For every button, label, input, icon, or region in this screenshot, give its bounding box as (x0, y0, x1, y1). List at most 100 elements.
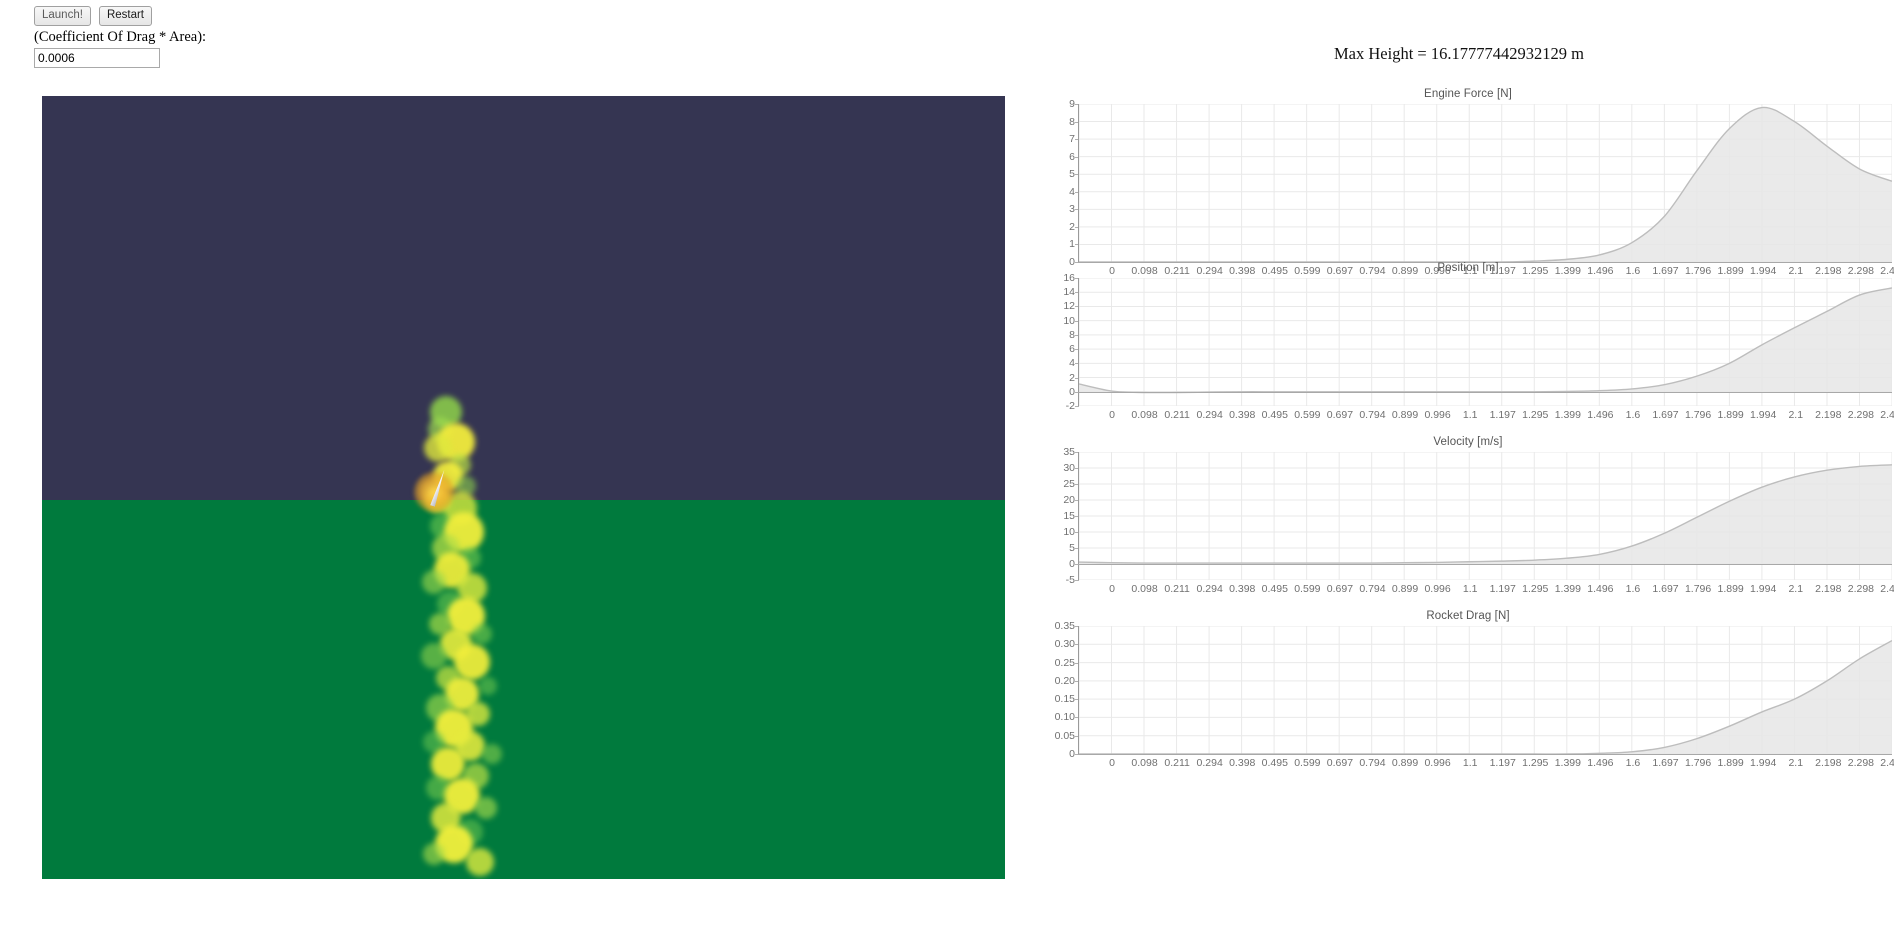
x-tick-label: 0.794 (1359, 757, 1386, 769)
y-tick-label: 6 (1069, 151, 1079, 163)
y-axis-labels: 0123456789 (1044, 98, 1079, 268)
drag-coefficient-label: (Coefficient Of Drag * Area): (34, 29, 207, 45)
x-tick-label: 2.298 (1847, 757, 1875, 769)
plot-canvas (1078, 452, 1892, 580)
x-tick-label: 2.1 (1788, 409, 1804, 421)
x-tick-label: 0.294 (1196, 757, 1223, 769)
x-tick-label: 1.6 (1625, 409, 1641, 421)
x-tick-label: 0.495 (1261, 583, 1288, 595)
y-tick-label: 0 (1069, 748, 1079, 760)
y-tick-label: 10 (1063, 315, 1079, 327)
launch-button[interactable]: Launch! (34, 6, 91, 26)
plot-canvas (1078, 626, 1892, 754)
x-tick-label: 2.198 (1815, 583, 1842, 595)
y-tick-label: 4 (1069, 357, 1079, 369)
x-tick-label: 0.899 (1391, 583, 1419, 595)
x-tick-label: 1.399 (1554, 583, 1581, 595)
x-tick-label: 2.1 (1788, 583, 1804, 595)
drag-coefficient-input[interactable] (34, 48, 160, 68)
y-tick-label: 35 (1063, 446, 1079, 458)
x-tick-label: 0.294 (1196, 583, 1223, 595)
y-tick-label: 14 (1063, 286, 1079, 298)
y-tick-label: 0.20 (1055, 675, 1079, 687)
x-tick-label: 1.796 (1684, 757, 1712, 769)
x-tick-label: 1.994 (1750, 583, 1777, 595)
x-tick-label: 0.794 (1359, 409, 1386, 421)
y-tick-label: 5 (1069, 542, 1079, 554)
y-tick-label: 30 (1063, 462, 1079, 474)
chart-title: Rocket Drag [N] (1426, 610, 1510, 622)
chart-title: Velocity [m/s] (1433, 436, 1503, 448)
x-tick-label: 0.697 (1326, 583, 1354, 595)
x-tick-label: 0.599 (1294, 409, 1321, 421)
x-tick-label: 1.1 (1462, 757, 1478, 769)
series-area (1079, 640, 1892, 754)
x-tick-label: 0.211 (1164, 757, 1190, 769)
x-tick-label: 1.994 (1750, 757, 1777, 769)
y-tick-label: 3 (1069, 203, 1079, 215)
x-axis-labels: 0 0.098 0.211 0.294 0.398 0.495 0.599 0.697 0.79… (1109, 409, 1894, 425)
x-axis-line (1078, 391, 1892, 394)
x-tick-label: 0 (1109, 409, 1115, 421)
y-tick-label: 0.30 (1055, 638, 1079, 650)
y-tick-label: 12 (1063, 300, 1079, 312)
y-tick-label: 0.15 (1055, 693, 1079, 705)
x-tick-label: 2.1 (1788, 757, 1804, 769)
y-axis-labels: -2 0 2 4 6 8 10 12 14 16 (1044, 272, 1079, 412)
y-tick-label: 8 (1069, 116, 1079, 128)
simulation-canvas[interactable] (42, 96, 1005, 879)
chart-title: Position [m] (1437, 262, 1499, 274)
x-tick-label: 1.697 (1652, 409, 1679, 421)
x-tick-label: 0.211 (1164, 583, 1190, 595)
control-panel: Launch! Restart (Coefficient Of Drag * A… (34, 6, 434, 68)
plot-canvas (1078, 104, 1892, 262)
x-tick-label: 2.408 (1880, 409, 1894, 421)
x-tick-label: 1.496 (1587, 757, 1614, 769)
y-tick-label: 6 (1069, 343, 1079, 355)
x-tick-label: 1.1 (1462, 409, 1478, 421)
y-tick-label: 0.10 (1055, 711, 1079, 723)
y-tick-label: 0 (1069, 386, 1079, 398)
x-tick-label: 0.996 (1424, 583, 1451, 595)
x-tick-label: 2.298 (1847, 409, 1875, 421)
restart-button[interactable]: Restart (98, 6, 153, 26)
ground-region (42, 500, 1005, 879)
max-height-readout: Max Height = 16.17777442932129 m (1334, 44, 1584, 63)
button-row: Launch! Restart (34, 6, 434, 26)
y-tick-mark (1075, 406, 1079, 407)
x-tick-label: 0.098 (1131, 583, 1158, 595)
x-axis-labels: 0 0.098 0.211 0.294 0.398 0.495 0.599 0.697 0.79… (1109, 583, 1894, 599)
x-tick-label: 0.996 (1424, 757, 1451, 769)
y-tick-label: 0.05 (1055, 730, 1079, 742)
x-tick-label: 0.899 (1391, 409, 1419, 421)
y-tick-label: 25 (1063, 478, 1079, 490)
x-tick-label: 1.796 (1684, 409, 1712, 421)
x-tick-label: 1.295 (1522, 757, 1549, 769)
x-tick-label: 1.496 (1587, 583, 1614, 595)
chart-4: Rocket Drag [N] 0 0.05 0.10 0.15 0.20 0.25 0.30… (1044, 610, 1894, 773)
x-tick-label: 1.399 (1554, 757, 1581, 769)
x-tick-label: 0.899 (1391, 757, 1419, 769)
y-axis-labels: 0 0.05 0.10 0.15 0.20 0.25 0.30 0.35 (1044, 620, 1079, 760)
series-area (1079, 107, 1892, 262)
y-tick-label: -2 (1066, 400, 1079, 412)
app-root: Launch! Restart (Coefficient Of Drag * A… (0, 0, 1894, 940)
x-tick-label: 1.496 (1587, 409, 1614, 421)
x-axis-line (1078, 754, 1892, 756)
y-tick-label: 2 (1069, 221, 1079, 233)
y-tick-label: 0.35 (1055, 620, 1079, 632)
x-tick-label: 0.794 (1359, 583, 1386, 595)
y-tick-label: 20 (1063, 494, 1079, 506)
y-tick-label: 4 (1069, 186, 1079, 198)
x-tick-label: 1.295 (1522, 409, 1549, 421)
x-tick-label: 1.796 (1684, 583, 1712, 595)
plot-area: 0 0.05 0.10 0.15 0.20 0.25 0.30 0.35 (1044, 620, 1892, 760)
x-tick-label: 0.697 (1326, 409, 1354, 421)
x-tick-label: 1.899 (1717, 583, 1744, 595)
chart-1: Engine Force [N] 0 1 2 3 4 5 6 7 8 9 0 0.098 0.211 0.2… (1044, 88, 1894, 281)
plot-area: -2 0 2 4 6 8 10 12 14 16 (1044, 272, 1892, 412)
y-tick-label: -5 (1066, 574, 1079, 586)
x-tick-label: 0.398 (1229, 757, 1256, 769)
plot-area: -5 0 5 10 15 20 25 30 35 (1044, 446, 1892, 586)
x-tick-label: 1.899 (1717, 409, 1744, 421)
